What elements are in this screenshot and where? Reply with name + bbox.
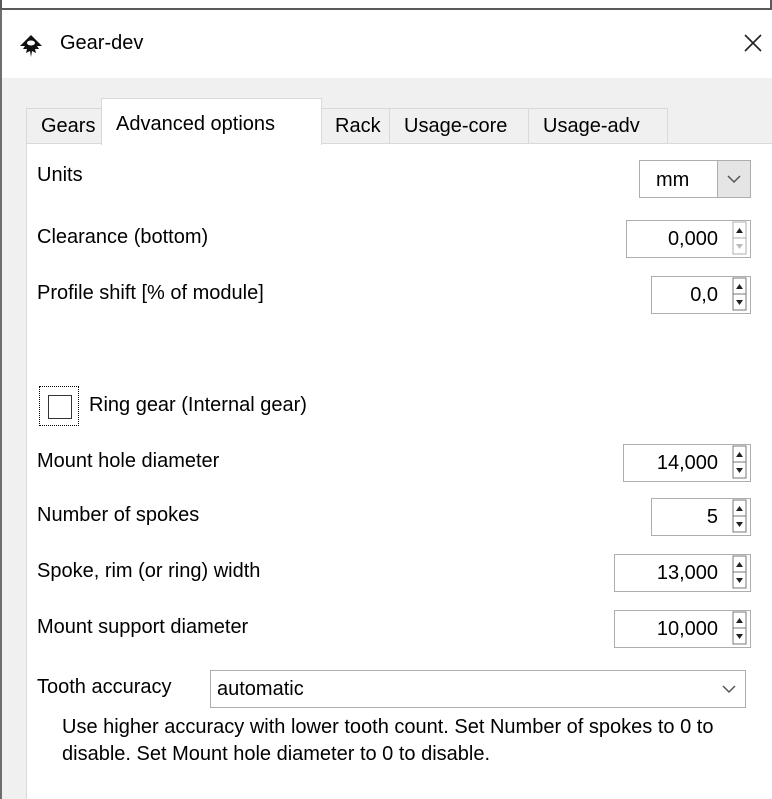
clearance-value: 0,000 xyxy=(667,228,718,250)
spin-arrows-icon[interactable] xyxy=(727,498,751,536)
tab-usage-core[interactable]: Usage-core xyxy=(389,108,530,144)
spin-arrows-icon[interactable] xyxy=(727,610,751,648)
spokes-spinbox[interactable]: 5 xyxy=(651,498,751,536)
tooth-accuracy-dropdown-button[interactable] xyxy=(713,671,745,707)
spokes-value: 5 xyxy=(706,506,718,528)
spokes-label: Number of spokes xyxy=(37,504,200,526)
spoke-width-spinbox[interactable]: 13,000 xyxy=(614,554,751,592)
mount-support-spinbox[interactable]: 10,000 xyxy=(614,610,751,648)
mount-support-label: Mount support diameter xyxy=(37,616,249,638)
spin-arrows-icon[interactable] xyxy=(727,220,751,258)
units-value: mm xyxy=(656,169,690,191)
tab-gears[interactable]: Gears xyxy=(26,108,103,144)
inkscape-icon xyxy=(20,35,42,57)
dialog-content: Gears Advanced options Rack Usage-core U… xyxy=(2,78,772,799)
close-icon[interactable] xyxy=(736,26,770,60)
profile-shift-label: Profile shift [% of module] xyxy=(37,282,264,304)
spin-arrows-icon[interactable] xyxy=(727,554,751,592)
tooth-accuracy-value: automatic xyxy=(217,678,304,700)
ring-gear-label: Ring gear (Internal gear) xyxy=(89,394,307,416)
ring-gear-checkbox[interactable] xyxy=(39,386,79,426)
spoke-width-label: Spoke, rim (or ring) width xyxy=(37,560,261,582)
units-select[interactable]: mm xyxy=(639,160,751,198)
units-dropdown-button[interactable] xyxy=(717,161,750,197)
mount-support-value: 10,000 xyxy=(656,618,718,640)
tooth-accuracy-select[interactable]: automatic xyxy=(210,670,746,708)
tooth-accuracy-label: Tooth accuracy xyxy=(37,676,172,698)
clearance-label: Clearance (bottom) xyxy=(37,226,209,248)
clearance-spinbox[interactable]: 0,000 xyxy=(626,220,751,258)
profile-shift-value: 0,0 xyxy=(690,284,718,306)
tab-usage-adv[interactable]: Usage-adv xyxy=(528,108,668,144)
advanced-options-panel: Units mm Clearance (bottom) 0,000 Profil… xyxy=(26,143,772,799)
mount-hole-value: 14,000 xyxy=(656,452,718,474)
spin-arrows-icon[interactable] xyxy=(727,276,751,314)
chevron-down-icon xyxy=(727,175,741,184)
profile-shift-spinbox[interactable]: 0,0 xyxy=(651,276,751,314)
tab-rack[interactable]: Rack xyxy=(320,108,391,144)
tab-advanced-options[interactable]: Advanced options xyxy=(101,98,322,145)
chevron-down-icon xyxy=(722,685,736,694)
title-bar: Gear-dev xyxy=(2,10,772,78)
spoke-width-value: 13,000 xyxy=(656,562,718,584)
checkbox-box xyxy=(48,395,72,419)
window-top-strip xyxy=(0,0,772,10)
mount-hole-spinbox[interactable]: 14,000 xyxy=(623,444,751,482)
mount-hole-label: Mount hole diameter xyxy=(37,450,220,472)
window-title: Gear-dev xyxy=(60,32,144,54)
spin-arrows-icon[interactable] xyxy=(727,444,751,482)
units-label: Units xyxy=(37,164,83,186)
help-note: Use higher accuracy with lower tooth cou… xyxy=(62,716,714,765)
